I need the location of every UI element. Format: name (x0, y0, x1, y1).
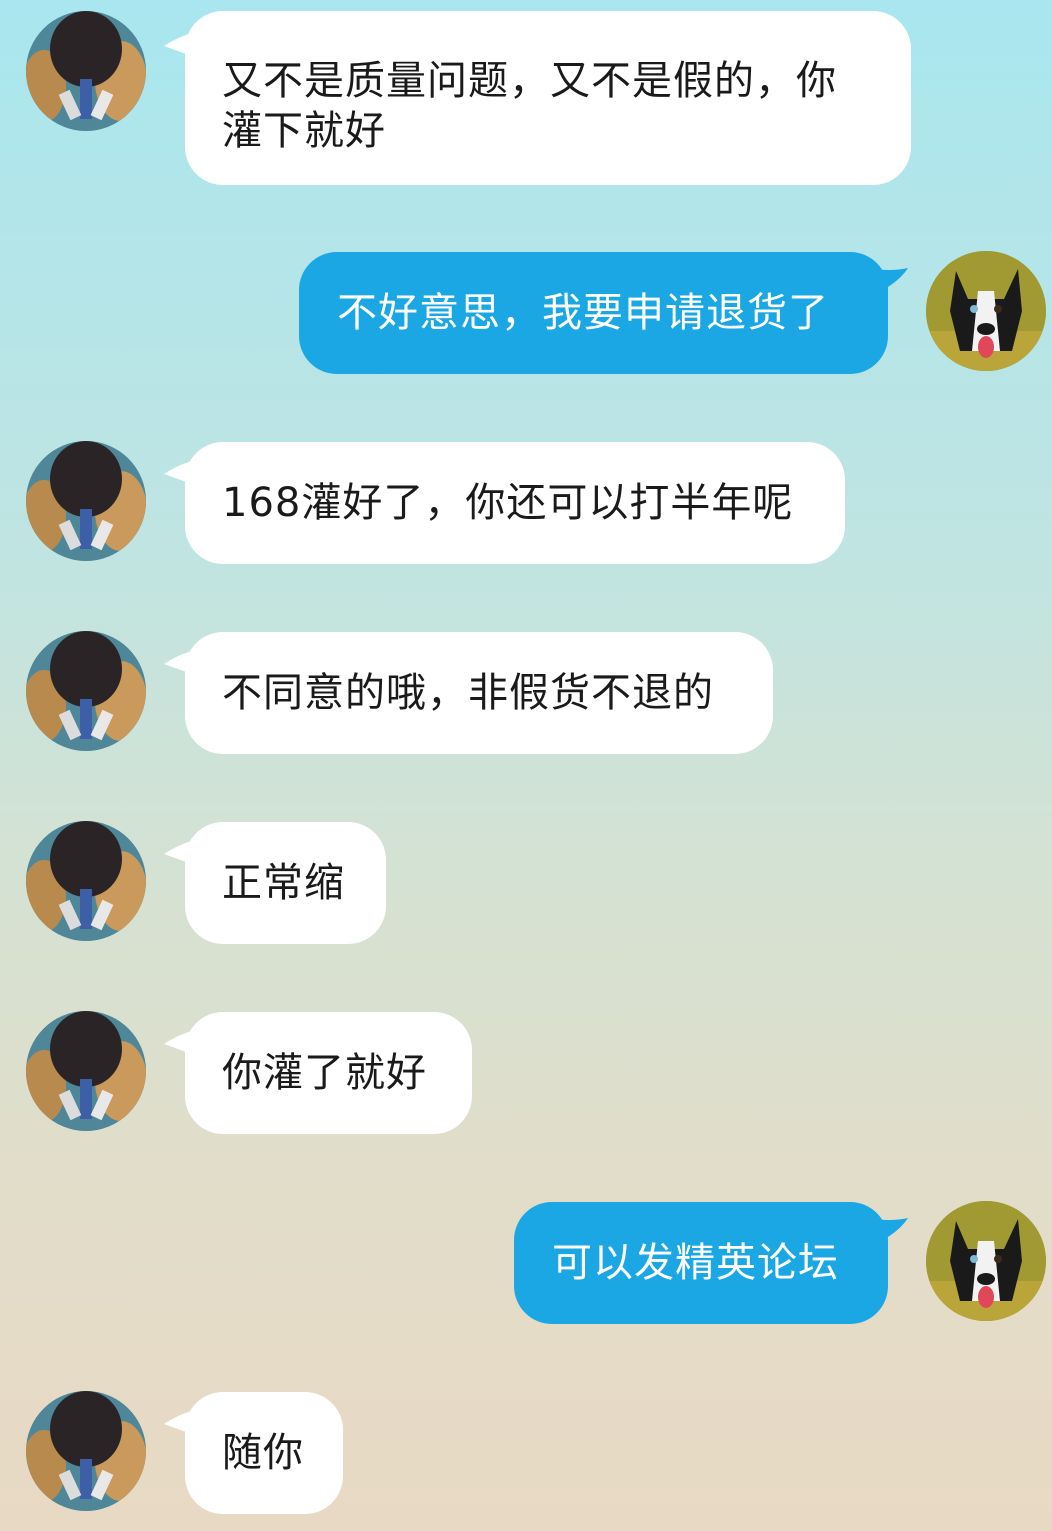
message-text: 正常缩 (222, 860, 345, 906)
message-text: 随你 (222, 1430, 304, 1476)
husky-dog-avatar-icon (926, 1201, 1046, 1321)
outgoing-message-bubble[interactable]: 不好意思，我要申请退货了 (299, 252, 888, 374)
message-text: 可以发精英论坛 (552, 1240, 839, 1286)
table-tennis-paddle-avatar-icon (26, 631, 146, 751)
own-avatar[interactable] (926, 1201, 1046, 1321)
table-tennis-paddle-avatar-icon (26, 1391, 146, 1511)
message-text: 不好意思，我要申请退货了 (337, 290, 829, 336)
contact-avatar[interactable] (26, 441, 146, 561)
incoming-message-bubble[interactable]: 168灌好了，你还可以打半年呢 (185, 442, 845, 564)
message-text: 你灌了就好 (222, 1050, 427, 1096)
contact-avatar[interactable] (26, 11, 146, 131)
incoming-message-bubble[interactable]: 正常缩 (185, 822, 386, 944)
incoming-message-bubble[interactable]: 不同意的哦，非假货不退的 (185, 632, 773, 754)
own-avatar[interactable] (926, 251, 1046, 371)
husky-dog-avatar-icon (926, 251, 1046, 371)
incoming-message-bubble[interactable]: 你灌了就好 (185, 1012, 472, 1134)
incoming-message-bubble[interactable]: 又不是质量问题，又不是假的，你 灌下就好 (185, 11, 911, 185)
table-tennis-paddle-avatar-icon (26, 441, 146, 561)
table-tennis-paddle-avatar-icon (26, 821, 146, 941)
contact-avatar[interactable] (26, 821, 146, 941)
contact-avatar[interactable] (26, 631, 146, 751)
outgoing-message-bubble[interactable]: 可以发精英论坛 (514, 1202, 888, 1324)
contact-avatar[interactable] (26, 1391, 146, 1511)
bubble-tail (868, 268, 908, 298)
contact-avatar[interactable] (26, 1011, 146, 1131)
bubble-tail (868, 1218, 908, 1248)
message-text: 又不是质量问题，又不是假的，你 灌下就好 (222, 58, 837, 154)
message-text: 168灌好了，你还可以打半年呢 (222, 480, 794, 526)
incoming-message-bubble[interactable]: 随你 (185, 1392, 343, 1514)
table-tennis-paddle-avatar-icon (26, 1011, 146, 1131)
table-tennis-paddle-avatar-icon (26, 11, 146, 131)
message-text: 不同意的哦，非假货不退的 (222, 670, 714, 716)
